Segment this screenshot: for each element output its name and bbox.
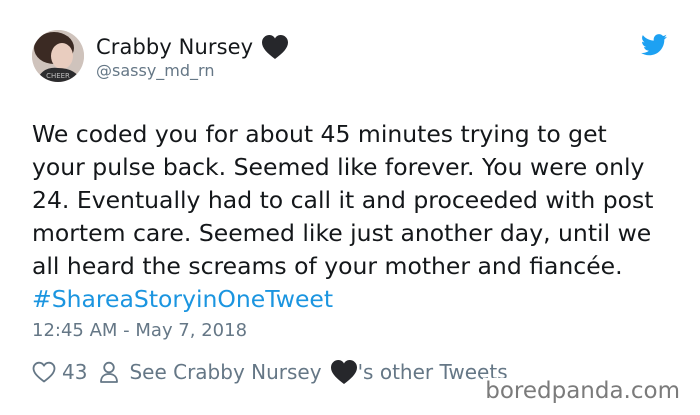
hashtag-link[interactable]: #ShareaStoryinOneTweet (32, 283, 682, 316)
heart-outline-icon[interactable] (32, 361, 56, 383)
tweet-text-line: 24. Eventually had to call it and procee… (32, 186, 654, 214)
like-count[interactable]: 43 (62, 360, 87, 384)
author-name-row[interactable]: Crabby Nursey (96, 33, 289, 61)
tweet-text-line: mortem care. Seemed like just another da… (32, 219, 652, 247)
see-other-tweets-link[interactable]: See Crabby Nursey (129, 360, 321, 384)
avatar[interactable]: CHEER (32, 30, 84, 82)
tweet-footer: 43 See Crabby Nursey 's other Tweets (32, 356, 508, 388)
person-outline-icon[interactable] (99, 361, 119, 383)
tweet-text-line: your pulse back. Seemed like forever. Yo… (32, 153, 645, 181)
timestamp-link[interactable]: 12:45 AM - May 7, 2018 (32, 320, 247, 341)
twitter-bird-icon[interactable] (641, 34, 667, 56)
user-handle[interactable]: @sassy_md_rn (96, 61, 214, 80)
tweet-text-line: We coded you for about 45 minutes trying… (32, 120, 607, 148)
tweet-card: CHEER Crabby Nursey @sassy_md_rn We code… (0, 0, 700, 415)
avatar-image: CHEER (32, 30, 84, 82)
black-heart-icon (261, 34, 289, 60)
watermark: boredpanda.com (483, 378, 682, 404)
svg-text:CHEER: CHEER (46, 72, 70, 80)
tweet-text: We coded you for about 45 minutes trying… (32, 118, 682, 316)
display-name[interactable]: Crabby Nursey (96, 35, 253, 59)
black-heart-icon (330, 359, 358, 385)
tweet-text-line: all heard the screams of your mother and… (32, 252, 623, 280)
